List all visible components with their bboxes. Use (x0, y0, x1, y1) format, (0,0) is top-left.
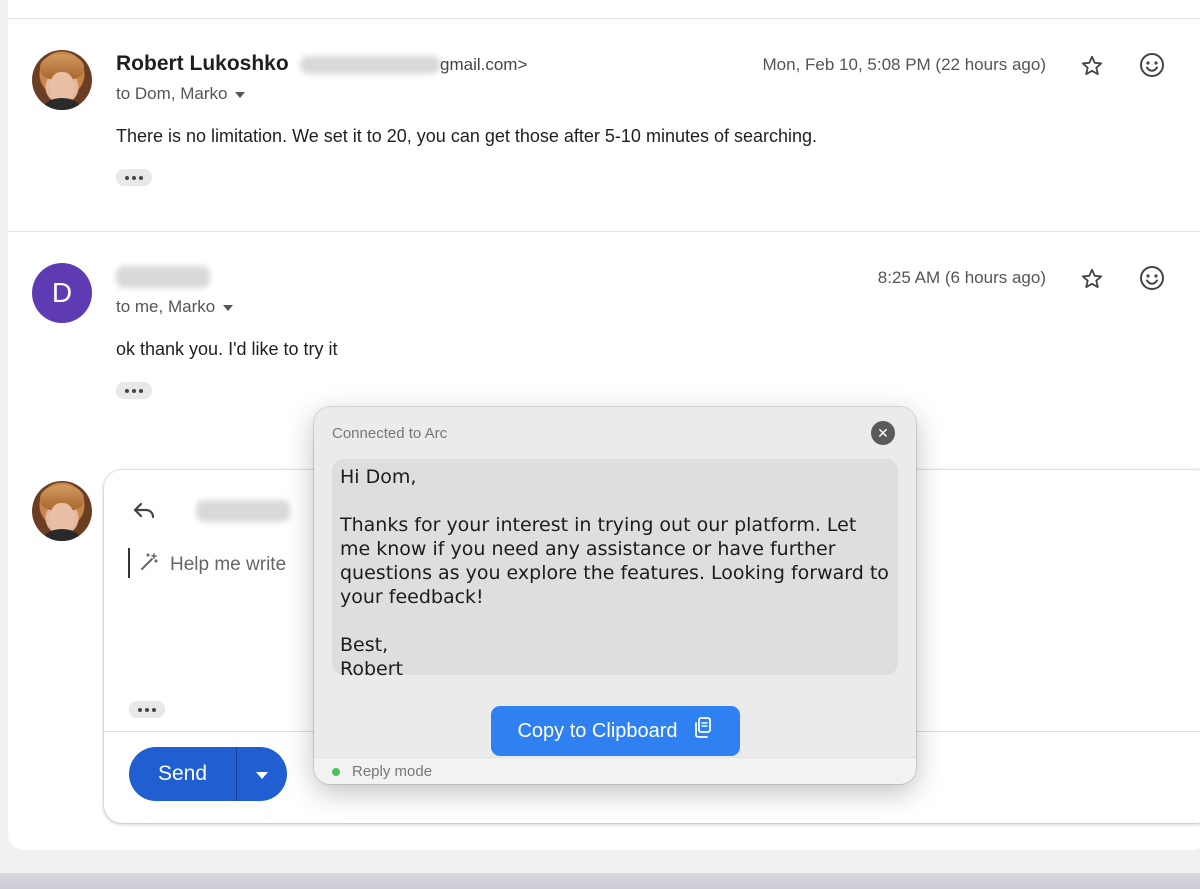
recipients-toggle[interactable]: to me, Marko (116, 297, 234, 317)
emoji-icon[interactable] (1137, 50, 1167, 80)
popup-footer: Reply mode (314, 757, 916, 784)
message-time: Mon, Feb 10, 5:08 PM (22 hours ago) (762, 55, 1047, 74)
recipients-label: to me, Marko (116, 297, 216, 316)
star-icon[interactable] (1077, 51, 1107, 81)
clipboard-icon (692, 716, 714, 746)
chevron-down-icon (235, 92, 246, 98)
chevron-down-icon (223, 305, 234, 311)
send-button[interactable]: Send (129, 747, 237, 801)
reply-arrow-icon[interactable] (130, 497, 160, 525)
show-trimmed-button[interactable] (116, 382, 152, 399)
copy-to-clipboard-button[interactable]: Copy to Clipboard (491, 706, 740, 756)
sender-avatar[interactable]: D (32, 263, 92, 323)
help-me-write-label: Help me write (170, 554, 287, 575)
magic-pen-icon (138, 551, 160, 579)
generated-reply-text[interactable]: Hi Dom, Thanks for your interest in tryi… (332, 459, 898, 680)
my-avatar (32, 481, 92, 541)
message-body: There is no limitation. We set it to 20,… (116, 126, 818, 146)
sender-name: Robert Lukoshko (116, 52, 289, 75)
mode-label: Reply mode (352, 763, 433, 780)
star-icon[interactable] (1077, 264, 1107, 294)
redacted-email (300, 56, 440, 74)
show-trimmed-button[interactable] (129, 701, 165, 718)
help-me-write-button[interactable]: Help me write (138, 551, 286, 579)
message-time: 8:25 AM (6 hours ago) (877, 268, 1046, 287)
recipients-label: to Dom, Marko (116, 84, 228, 103)
recipients-toggle[interactable]: to Dom, Marko (116, 84, 246, 104)
message-body: ok thank you. I'd like to try it (116, 339, 338, 359)
chevron-down-icon (256, 771, 268, 779)
send-button-group: Send (129, 747, 287, 801)
mode-indicator: Reply mode (332, 763, 432, 780)
close-icon[interactable]: ✕ (871, 421, 895, 445)
message-divider (8, 231, 1200, 232)
avatar-shoulders (44, 529, 80, 541)
status-dot-icon (332, 767, 340, 776)
popup-title: Connected to Arc (332, 425, 448, 442)
copy-button-label: Copy to Clipboard (517, 719, 678, 742)
window-bottom-edge (0, 873, 1200, 889)
redacted-recipient (196, 500, 290, 522)
show-trimmed-button[interactable] (116, 169, 152, 186)
top-divider (8, 18, 1200, 19)
avatar-shoulders (44, 98, 80, 110)
emoji-icon[interactable] (1137, 263, 1167, 293)
text-cursor (128, 548, 130, 578)
email-thread-page: Robert Lukoshko gmail.com> to Dom, Marko… (0, 0, 1200, 889)
redacted-sender-name (116, 266, 210, 288)
arc-assistant-popup: Connected to Arc ✕ Hi Dom, Thanks for yo… (314, 407, 916, 784)
sender-email: gmail.com> (440, 55, 528, 74)
sender-avatar[interactable] (32, 50, 92, 110)
